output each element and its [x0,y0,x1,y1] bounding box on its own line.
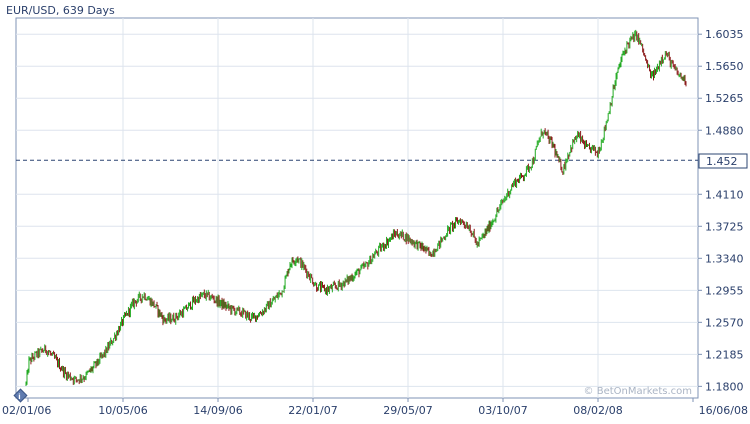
y-tick-label: 1.4880 [705,124,744,137]
reference-label-text: 1.452 [706,155,738,168]
chart-root: EUR/USD, 639 Days 1.1800 1.2185 1.2570 1.29… [0,0,750,420]
y-tick-label: 1.6035 [705,28,744,41]
y-tick-label: 1.2570 [705,316,744,329]
y-tick-label: 1.3340 [705,252,744,265]
y-tick-label: 1.1800 [705,380,744,393]
svg-text:i: i [18,393,20,401]
y-tick-label: 1.5650 [705,60,744,73]
x-tick-label: 16/06/08 [699,404,748,417]
x-tick-label: 02/01/06 [2,404,51,417]
chart-title: EUR/USD, 639 Days [6,4,115,17]
y-tick-label: 1.5265 [705,92,744,105]
y-tick-label: 1.4110 [705,188,744,201]
x-tick-label: 14/09/06 [193,404,242,417]
x-tick-label: 08/02/08 [573,404,622,417]
x-tick-label: 10/05/06 [98,404,147,417]
y-tick-label: 1.3725 [705,220,744,233]
watermark: © BetOnMarkets.com [584,386,692,397]
plot-frame [15,17,699,399]
x-tick-label: 29/05/07 [383,404,432,417]
y-tick-label: 1.2955 [705,284,744,297]
x-tick-label: 03/10/07 [478,404,527,417]
y-tick-label: 1.2185 [705,348,744,361]
x-tick-label: 22/01/07 [288,404,337,417]
reference-label: 1.452 [698,153,748,169]
eurusd-chart: EUR/USD, 639 Days 1.1800 1.2185 1.2570 1.29… [0,0,750,420]
